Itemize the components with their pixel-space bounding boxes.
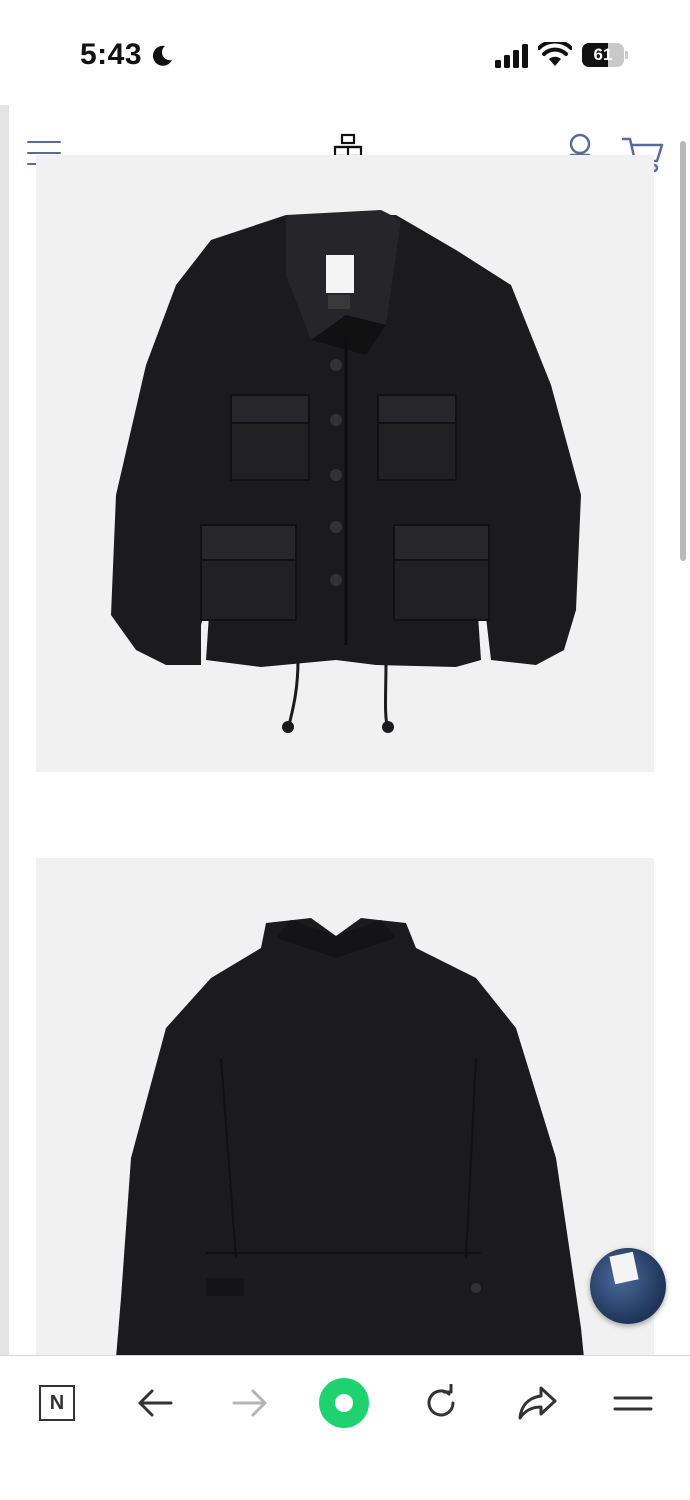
left-edge-rail	[0, 105, 9, 1355]
product-image-front[interactable]	[36, 155, 654, 772]
browser-toolbar: N	[0, 1355, 690, 1500]
wifi-icon	[538, 42, 572, 66]
home-icon[interactable]	[319, 1378, 369, 1428]
more-icon[interactable]	[608, 1378, 658, 1428]
chat-bubble-button[interactable]	[590, 1248, 666, 1324]
battery-level-text: 61	[593, 45, 613, 64]
cellular-signal-icon	[495, 44, 528, 68]
battery-indicator: 61	[582, 43, 628, 67]
web-page	[0, 105, 690, 1355]
status-bar: 5:43 61	[0, 0, 690, 105]
jacket-front-illustration	[111, 210, 581, 733]
brand-tag-thumbnail	[609, 1251, 639, 1285]
n-label: N	[39, 1385, 75, 1421]
page-scrollbar[interactable]	[680, 141, 686, 561]
jacket-back-illustration	[116, 918, 584, 1355]
back-arrow-icon[interactable]	[130, 1378, 180, 1428]
reload-icon[interactable]	[416, 1378, 466, 1428]
moon-icon	[152, 45, 172, 66]
product-image-back[interactable]	[36, 858, 654, 1355]
share-icon[interactable]	[512, 1378, 562, 1428]
forward-arrow-icon[interactable]	[225, 1378, 275, 1428]
n-icon[interactable]: N	[32, 1378, 82, 1428]
status-time: 5:43	[80, 38, 143, 71]
